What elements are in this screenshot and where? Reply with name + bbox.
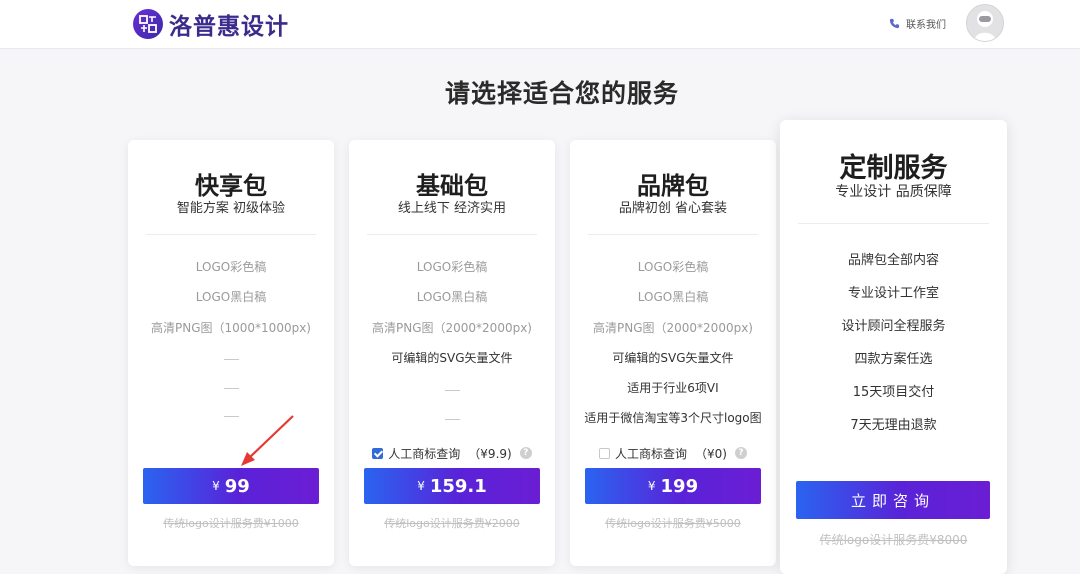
package-subtitle: 智能方案 初级体验 bbox=[176, 201, 286, 216]
feature-item: 高清PNG图（2000*2000px) bbox=[372, 321, 532, 335]
addon-label: 人工商标查询 bbox=[615, 446, 688, 461]
trademark-search-option[interactable]: 人工商标查询 （¥9.9) ? bbox=[349, 443, 555, 463]
question-icon[interactable]: ? bbox=[519, 447, 532, 459]
feature-item: LOGO彩色稿 bbox=[416, 260, 488, 274]
addon-label: 人工商标查询 bbox=[388, 446, 461, 461]
original-price: 传统logo设计服务费¥2000 bbox=[384, 517, 520, 530]
feature-item: 专业设计工作室 bbox=[847, 286, 939, 301]
buy-brand-button[interactable]: ¥ 199 bbox=[585, 468, 761, 504]
divider bbox=[146, 234, 316, 235]
page-title: 请选择适合您的服务 bbox=[444, 79, 679, 108]
feature-item: 设计顾问全程服务 bbox=[841, 319, 946, 334]
feature-item: LOGO黑白稿 bbox=[637, 290, 709, 304]
package-card-brand: 品牌包 品牌初创 省心套装 LOGO彩色稿 LOGO黑白稿 高清PNG图（200… bbox=[570, 140, 776, 566]
feature-unavailable-dash bbox=[224, 388, 239, 389]
feature-unavailable-dash bbox=[224, 359, 239, 360]
feature-item: LOGO黑白稿 bbox=[195, 290, 267, 304]
feature-item: 7天无理由退款 bbox=[850, 418, 937, 433]
package-name: 定制服务 bbox=[839, 153, 948, 184]
price-amount: 199 bbox=[660, 475, 699, 497]
feature-item: LOGO黑白稿 bbox=[416, 290, 488, 304]
package-name: 基础包 bbox=[416, 172, 488, 200]
trademark-search-option[interactable]: 人工商标查询 （¥0) ? bbox=[570, 443, 776, 463]
original-price: 传统logo设计服务费¥8000 bbox=[819, 533, 968, 547]
divider bbox=[798, 223, 989, 224]
feature-item: 品牌包全部内容 bbox=[847, 253, 939, 268]
feature-item: 适用于微信淘宝等3个尺寸logo图 bbox=[584, 411, 762, 425]
buy-quick-button[interactable]: ¥ 99 bbox=[143, 468, 319, 504]
price-amount: 159.1 bbox=[429, 475, 487, 497]
feature-item: 15天项目交付 bbox=[852, 385, 935, 400]
feature-item: 高清PNG图（1000*1000px) bbox=[151, 321, 311, 335]
divider bbox=[588, 234, 758, 235]
original-price: 传统logo设计服务费¥5000 bbox=[605, 517, 741, 530]
feature-item: LOGO彩色稿 bbox=[637, 260, 709, 274]
feature-unavailable-dash bbox=[445, 390, 460, 391]
package-name: 品牌包 bbox=[637, 172, 709, 200]
price-amount: 99 bbox=[224, 475, 250, 497]
package-card-quick: 快享包 智能方案 初级体验 LOGO彩色稿 LOGO黑白稿 高清PNG图（100… bbox=[128, 140, 334, 566]
feature-item: 四款方案任选 bbox=[854, 352, 933, 367]
divider bbox=[367, 234, 537, 235]
package-card-custom: 定制服务 专业设计 品质保障 品牌包全部内容 专业设计工作室 设计顾问全程服务 … bbox=[780, 120, 1007, 574]
package-subtitle: 专业设计 品质保障 bbox=[835, 184, 952, 200]
contact-us-link[interactable]: 联系我们 bbox=[889, 16, 946, 31]
addon-price: （¥9.9) bbox=[468, 446, 512, 461]
feature-item: 可编辑的SVG矢量文件 bbox=[612, 351, 734, 365]
top-header: 洛普惠设计 联系我们 bbox=[0, 0, 1080, 49]
feature-item: 可编辑的SVG矢量文件 bbox=[391, 351, 513, 365]
feature-item: 高清PNG图（2000*2000px) bbox=[593, 321, 753, 335]
trademark-search-checkbox[interactable] bbox=[372, 447, 384, 459]
feature-unavailable-dash bbox=[445, 419, 460, 420]
contact-label: 联系我们 bbox=[906, 20, 946, 31]
brand-mark-icon bbox=[133, 9, 163, 39]
currency-symbol: ¥ bbox=[647, 479, 656, 493]
package-subtitle: 品牌初创 省心套装 bbox=[618, 201, 728, 216]
phone-icon bbox=[889, 18, 900, 29]
currency-symbol: ¥ bbox=[417, 479, 425, 493]
question-icon[interactable]: ? bbox=[734, 447, 747, 459]
original-price: 传统logo设计服务费¥1000 bbox=[163, 517, 299, 530]
package-card-basic: 基础包 线上线下 经济实用 LOGO彩色稿 LOGO黑白稿 高清PNG图（200… bbox=[349, 140, 555, 566]
brand-logo[interactable]: 洛普惠设计 bbox=[133, 8, 289, 40]
user-avatar[interactable] bbox=[966, 4, 1004, 42]
annotation-arrow-icon bbox=[241, 415, 294, 466]
addon-price: （¥0) bbox=[695, 446, 727, 461]
package-name: 快享包 bbox=[195, 172, 267, 200]
package-subtitle: 线上线下 经济实用 bbox=[397, 201, 507, 216]
feature-item: 适用于行业6项VI bbox=[627, 381, 719, 395]
buy-basic-button[interactable]: ¥ 159.1 bbox=[364, 468, 540, 504]
feature-item: LOGO彩色稿 bbox=[195, 260, 267, 274]
currency-symbol: ¥ bbox=[212, 479, 220, 493]
consult-button[interactable]: 立即咨询 bbox=[796, 481, 990, 519]
brand-name: 洛普惠设计 bbox=[169, 14, 289, 40]
trademark-search-checkbox[interactable] bbox=[599, 447, 611, 459]
